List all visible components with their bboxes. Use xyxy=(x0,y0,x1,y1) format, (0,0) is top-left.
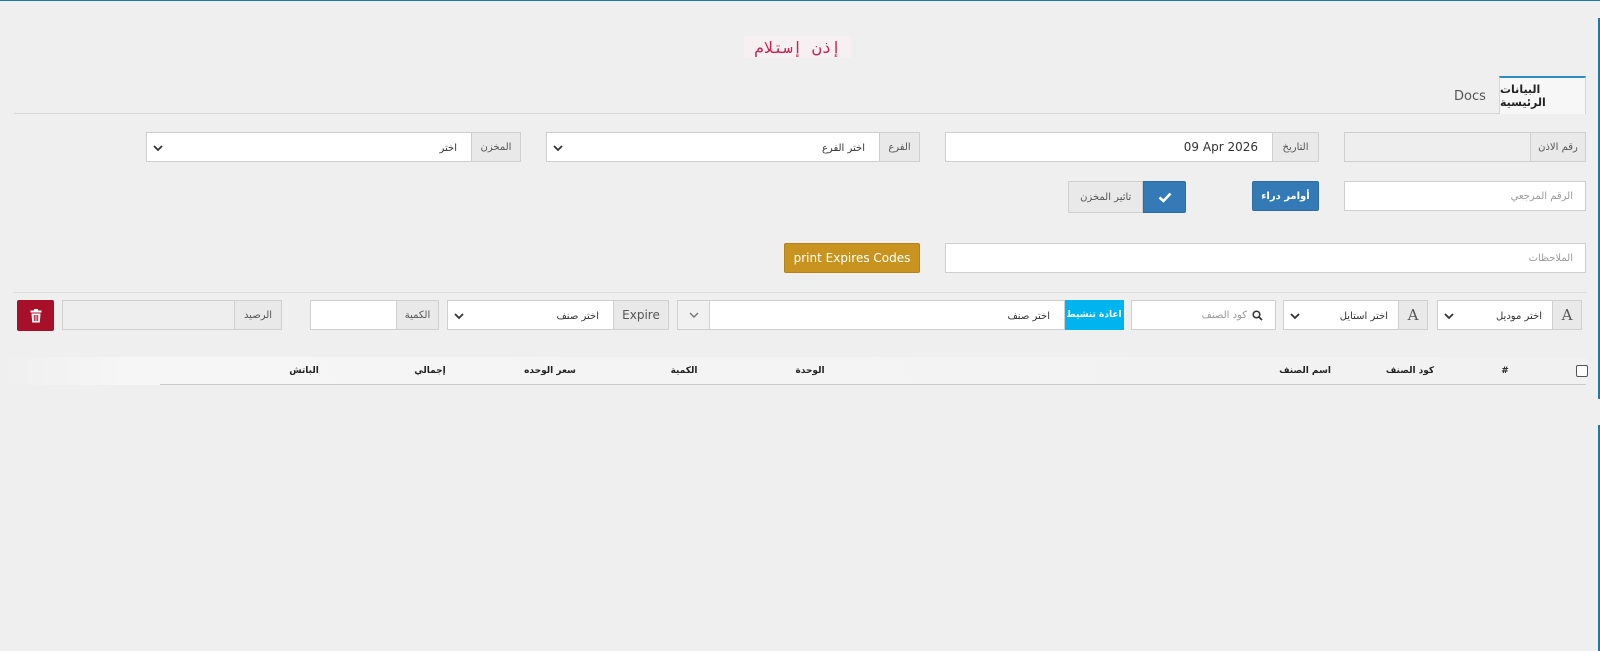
page-title: إذن إستلام xyxy=(744,36,851,58)
warehouse-effect-label: تاثير المخزن xyxy=(1068,181,1144,213)
item-code-placeholder: كود الصنف xyxy=(1201,309,1247,321)
column-header-unit: الوحدة xyxy=(795,366,825,376)
column-header-batch: الباتش xyxy=(289,366,319,376)
font-icon: A xyxy=(1398,300,1428,330)
date-label: التاريخ xyxy=(1272,132,1319,162)
style-select[interactable]: اختر استايل xyxy=(1283,300,1399,330)
branch-select[interactable]: اختر الفرع xyxy=(546,132,880,162)
item-select-value: اختر صنف xyxy=(1007,310,1050,322)
column-header-index: # xyxy=(1501,366,1509,376)
chevron-down-icon xyxy=(153,133,163,163)
notes-placeholder: الملاحظات xyxy=(1528,252,1573,264)
chevron-down-icon xyxy=(1290,301,1300,331)
top-border xyxy=(0,0,1600,1)
balance-field xyxy=(62,300,235,330)
column-header-quantity: الكمية xyxy=(670,366,698,376)
column-header-unit-price: سعر الوحده xyxy=(524,366,576,376)
chevron-down-icon xyxy=(454,301,464,331)
item-select[interactable]: اختر صنف xyxy=(709,300,1065,330)
check-icon[interactable] xyxy=(1143,181,1186,213)
purchase-orders-button[interactable]: أوامر دراء xyxy=(1252,181,1319,211)
date-value: 09 Apr 2026 xyxy=(1183,140,1258,154)
quantity-label: الكمية xyxy=(396,300,439,330)
reference-number-placeholder: الرقم المرجعي xyxy=(1510,190,1573,202)
print-expires-codes-button[interactable]: print Expires Codes xyxy=(784,243,920,273)
warehouse-effect-toggle[interactable]: تاثير المخزن xyxy=(1068,181,1186,213)
style-placeholder: اختر استايل xyxy=(1339,310,1388,322)
column-header-item-code: كود الصنف xyxy=(1385,366,1435,376)
model-placeholder: اختر موديل xyxy=(1495,310,1542,322)
font-icon: A xyxy=(1552,300,1582,330)
chevron-down-icon xyxy=(553,133,563,163)
expire-select-value: اختر صنف xyxy=(556,310,599,322)
date-field[interactable]: 09 Apr 2026 xyxy=(945,132,1273,162)
item-code-input[interactable]: كود الصنف xyxy=(1131,300,1276,330)
tab-main-data[interactable]: البيانات الرئيسية xyxy=(1499,76,1586,114)
chevron-down-icon xyxy=(689,312,698,318)
column-header-item-name: اسم الصنف xyxy=(1279,366,1331,376)
chevron-down-icon xyxy=(1444,301,1454,331)
table-header-border xyxy=(160,384,1586,385)
model-select[interactable]: اختر موديل xyxy=(1437,300,1553,330)
permit-number-field xyxy=(1344,132,1531,162)
permit-number-label: رقم الاذن xyxy=(1530,132,1586,162)
column-header-total: إجمالي xyxy=(414,366,446,376)
warehouse-label: المخزن xyxy=(471,132,521,162)
trash-icon xyxy=(30,308,41,322)
section-divider xyxy=(14,292,1586,293)
branch-selected-value: اختر الفرع xyxy=(821,142,865,154)
branch-label: الفرع xyxy=(879,132,920,162)
expire-label: Expire xyxy=(613,300,669,330)
warehouse-selected-value: اختر xyxy=(439,142,458,154)
warehouse-select[interactable]: اختر xyxy=(146,132,472,162)
notes-input[interactable]: الملاحظات xyxy=(945,243,1586,273)
quantity-input[interactable] xyxy=(310,300,397,330)
search-icon xyxy=(1252,309,1263,321)
tabs-underline xyxy=(14,113,1586,114)
expire-select[interactable]: اختر صنف xyxy=(447,300,614,330)
balance-label: الرصيد xyxy=(234,300,282,330)
delete-button[interactable] xyxy=(17,300,54,331)
reactivate-button[interactable]: اعادة تنشيط xyxy=(1064,300,1124,330)
item-code-placeholder-group: كود الصنف xyxy=(1202,310,1263,321)
item-select-dropdown-button[interactable] xyxy=(677,300,710,330)
select-all-checkbox[interactable] xyxy=(1576,365,1588,377)
tab-docs[interactable]: Docs xyxy=(1448,84,1492,108)
reference-number-input[interactable]: الرقم المرجعي xyxy=(1344,181,1586,211)
